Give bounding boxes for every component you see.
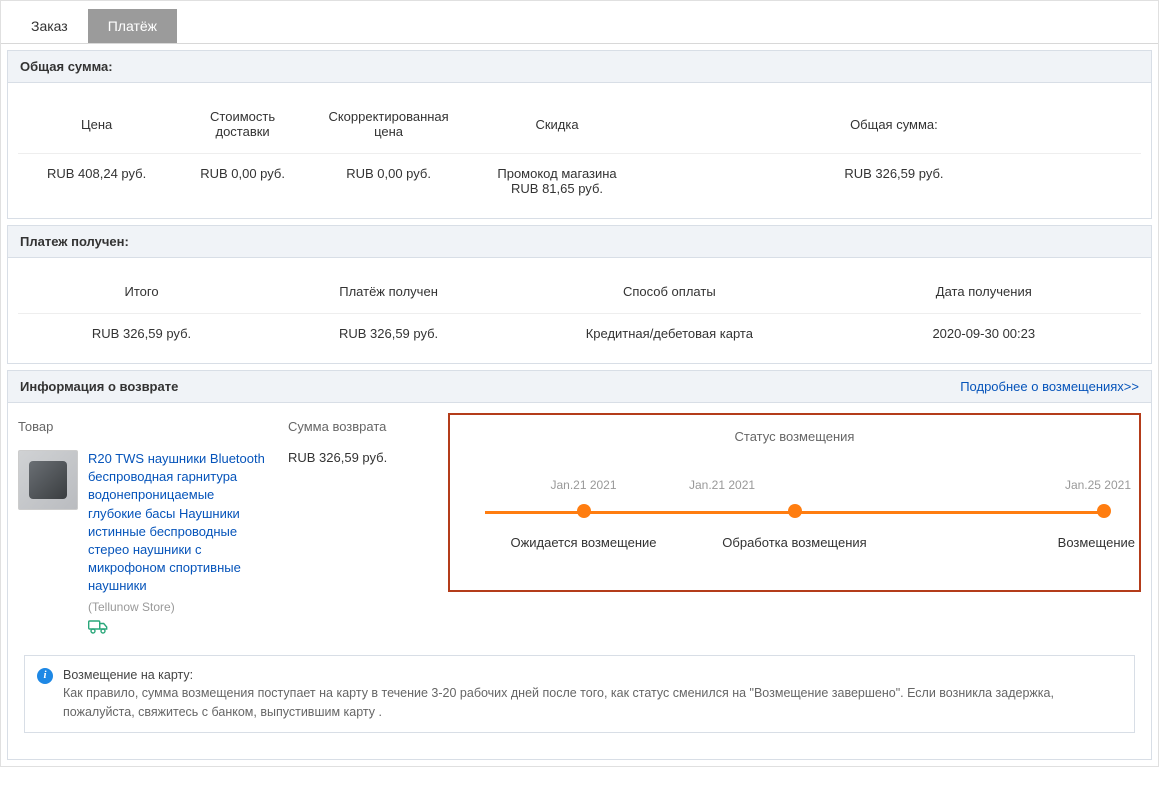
th-shipping: Стоимость доставки [175, 99, 310, 154]
shipping-truck-icon [88, 620, 108, 639]
product-thumbnail[interactable] [18, 450, 78, 510]
totals-table: Цена Стоимость доставки Скорректированна… [18, 99, 1141, 202]
td-shipping: RUB 0,00 руб. [175, 154, 310, 203]
section-received-header: Платеж получен: [8, 226, 1151, 258]
discount-label: Промокод магазина [473, 166, 641, 181]
refund-status-box: Статус возмещения Jan.21 2021 Ожидается … [448, 413, 1141, 592]
timeline-dot-icon [788, 504, 802, 518]
note-body: Как правило, сумма возмещения поступает … [63, 686, 1054, 719]
timeline-date-2: Jan.21 2021 [689, 478, 755, 492]
received-table: Итого Платёж получен Способ оплаты Дата … [18, 274, 1141, 347]
th-date: Дата получения [827, 274, 1141, 314]
th-adjusted: Скорректированная цена [310, 99, 467, 154]
th-total: Итого [18, 274, 265, 314]
section-totals-header: Общая сумма: [8, 51, 1151, 83]
timeline-label-1: Ожидается возмещение [478, 535, 689, 550]
product-row: R20 TWS наушники Bluetooth беспроводная … [18, 450, 268, 639]
td-discount: Промокод магазина RUB 81,65 руб. [467, 154, 647, 203]
timeline-node-3: Jan.25 2021 Возмещение [900, 504, 1111, 550]
td-received: RUB 326,59 руб. [265, 314, 512, 348]
th-grand: Общая сумма: [647, 99, 1141, 154]
timeline-node-2: Jan.21 2021 Обработка возмещения [689, 504, 900, 550]
th-price: Цена [18, 99, 175, 154]
timeline-dot-icon [577, 504, 591, 518]
section-refund-header: Информация о возврате Подробнее о возмещ… [8, 371, 1151, 403]
section-totals-title: Общая сумма: [20, 59, 113, 74]
td-adjusted: RUB 0,00 руб. [310, 154, 467, 203]
timeline-label-2: Обработка возмещения [689, 535, 900, 550]
timeline-label-3: Возмещение [900, 535, 1135, 550]
refund-amount: RUB 326,59 руб. [288, 450, 428, 465]
tab-payment[interactable]: Платёж [88, 9, 177, 43]
refund-more-link[interactable]: Подробнее о возмещениях>> [960, 379, 1139, 394]
col-head-product: Товар [18, 419, 268, 450]
refund-info-note: i Возмещение на карту: Как правило, сумм… [24, 655, 1135, 733]
section-received: Платеж получен: Итого Платёж получен Спо… [7, 225, 1152, 364]
discount-value: RUB 81,65 руб. [473, 181, 641, 196]
product-name-link[interactable]: R20 TWS наушники Bluetooth беспроводная … [88, 451, 265, 593]
td-method: Кредитная/дебетовая карта [512, 314, 826, 348]
section-refund: Информация о возврате Подробнее о возмещ… [7, 370, 1152, 760]
store-name: (Tellunow Store) [88, 600, 268, 614]
section-received-title: Платеж получен: [20, 234, 129, 249]
tabs-bar: Заказ Платёж [1, 1, 1158, 44]
refund-timeline: Jan.21 2021 Ожидается возмещение Jan.21 … [478, 504, 1111, 550]
card-number-masked [197, 670, 287, 680]
th-received: Платёж получен [265, 274, 512, 314]
td-grand: RUB 326,59 руб. [647, 154, 1141, 203]
info-icon: i [37, 668, 53, 684]
timeline-dot-icon [1097, 504, 1111, 518]
note-title: Возмещение на карту: [63, 668, 197, 682]
td-price: RUB 408,24 руб. [18, 154, 175, 203]
timeline-node-1: Jan.21 2021 Ожидается возмещение [478, 504, 689, 550]
td-total: RUB 326,59 руб. [18, 314, 265, 348]
timeline-date-3: Jan.25 2021 [1065, 478, 1131, 492]
th-method: Способ оплаты [512, 274, 826, 314]
th-discount: Скидка [467, 99, 647, 154]
tab-order[interactable]: Заказ [11, 9, 88, 43]
section-refund-title: Информация о возврате [20, 379, 178, 394]
section-totals: Общая сумма: Цена Стоимость доставки Ско… [7, 50, 1152, 219]
timeline-date-1: Jan.21 2021 [550, 478, 616, 492]
col-head-status: Статус возмещения [478, 429, 1111, 460]
td-date: 2020-09-30 00:23 [827, 314, 1141, 348]
col-head-amount: Сумма возврата [288, 419, 428, 450]
